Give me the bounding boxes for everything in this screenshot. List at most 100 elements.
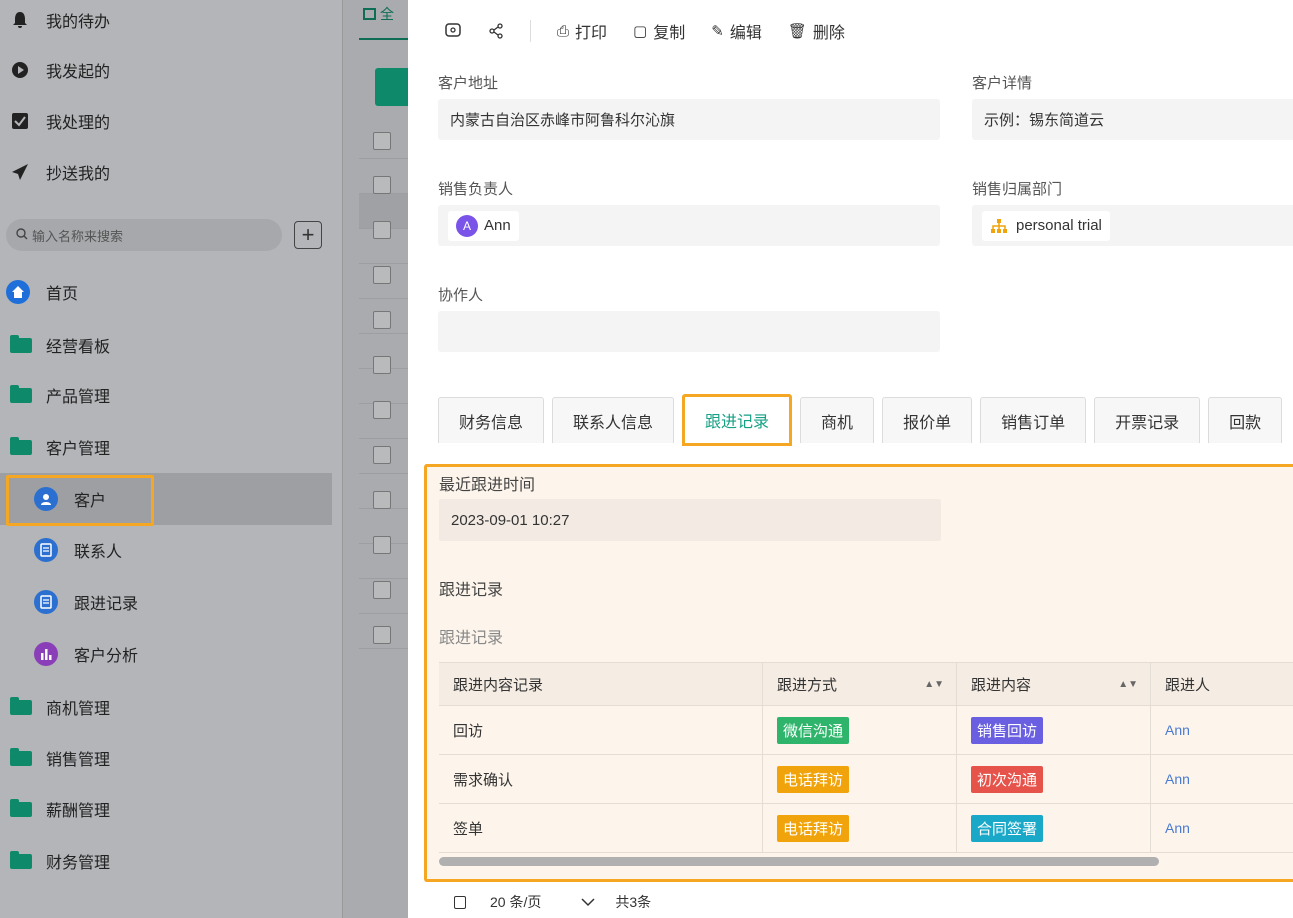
add-button[interactable]: +: [294, 221, 322, 249]
plus-icon: +: [301, 222, 315, 247]
person-link[interactable]: Ann: [1165, 820, 1190, 836]
last-followup-label: 最近跟进时间: [439, 477, 536, 494]
row-checkbox[interactable]: [373, 491, 391, 509]
sidebar-item-customer-mgmt[interactable]: 客户管理: [10, 427, 110, 467]
sidebar-item-handled[interactable]: 我处理的: [10, 101, 110, 141]
sidebar-item-salary[interactable]: 薪酬管理: [10, 789, 110, 829]
tab-contacts[interactable]: 联系人信息: [552, 397, 675, 443]
copy-button[interactable]: ▢ 复制: [633, 19, 685, 43]
folder-icon: [10, 696, 32, 715]
sidebar-item-sales[interactable]: 销售管理: [10, 738, 110, 778]
search-input[interactable]: 输入名称来搜索: [6, 219, 282, 251]
collab-label: 协作人: [438, 287, 484, 304]
table-icon: [363, 8, 376, 20]
toolbar: ⎙ 打印 ▢ 复制 ✎ 编辑 🗑 删除: [408, 0, 1293, 62]
bar-chart-icon: [34, 642, 58, 666]
sidebar-item-initiated[interactable]: 我发起的: [10, 50, 110, 90]
sidebar-item-contacts[interactable]: 联系人: [34, 530, 122, 570]
dept-field[interactable]: personal trial: [972, 205, 1293, 246]
topic-badge: 合同签署: [971, 814, 1044, 842]
topic-badge: 销售回访: [971, 716, 1044, 744]
tab-opportunity[interactable]: 商机: [800, 397, 875, 443]
share-button[interactable]: [488, 23, 504, 39]
last-followup-field[interactable]: 2023-09-01 10:27: [439, 499, 941, 541]
tab-invoice[interactable]: 开票记录: [1094, 397, 1201, 443]
followup-section: 最近跟进时间 2023-09-01 10:27 跟进记录 跟进记录 跟进内容记录…: [424, 464, 1293, 882]
row-checkbox[interactable]: [373, 446, 391, 464]
cell-method: 电话拜访: [763, 755, 957, 803]
sidebar-item-followup[interactable]: 跟进记录: [34, 582, 138, 622]
column-header[interactable]: 跟进人: [1151, 663, 1293, 705]
delete-button[interactable]: 🗑 删除: [788, 19, 845, 43]
cell-person: Ann: [1151, 804, 1293, 852]
owner-field[interactable]: A Ann: [438, 205, 940, 246]
tab-finance[interactable]: 财务信息: [438, 397, 545, 443]
copy-icon: ▢: [633, 23, 648, 40]
bell-icon: [10, 10, 30, 30]
pager-icon: [454, 895, 466, 909]
row-checkbox[interactable]: [373, 356, 391, 374]
table-row[interactable]: 需求确认 电话拜访 初次沟通 Ann: [439, 755, 1293, 804]
avatar: A: [456, 214, 478, 237]
print-button[interactable]: ⎙ 打印: [557, 19, 607, 43]
cell-person: Ann: [1151, 706, 1293, 754]
row-checkbox[interactable]: [373, 626, 391, 644]
sidebar-item-dashboard[interactable]: 经营看板: [10, 325, 110, 365]
tab-followup[interactable]: 跟进记录: [682, 394, 793, 446]
collab-field[interactable]: [438, 311, 940, 352]
row-checkbox[interactable]: [373, 266, 391, 284]
column-header[interactable]: 跟进内容 ▲▼: [957, 663, 1151, 705]
table-row[interactable]: 回访 微信沟通 销售回访 Ann: [439, 706, 1293, 755]
folder-icon: [10, 798, 32, 817]
folder-icon: [10, 747, 32, 766]
row-checkbox[interactable]: [373, 132, 391, 150]
page-size-select[interactable]: 20 条/页: [490, 892, 615, 912]
sort-icon[interactable]: ▲▼: [1118, 679, 1138, 690]
method-badge: 微信沟通: [777, 716, 850, 744]
comment-icon: [445, 23, 461, 37]
cell-topic: 初次沟通: [957, 755, 1151, 803]
sidebar-item-cc[interactable]: 抄送我的: [10, 152, 110, 192]
cell-method: 微信沟通: [763, 706, 957, 754]
row-checkbox[interactable]: [373, 401, 391, 419]
tab-payment[interactable]: 回款: [1208, 397, 1283, 443]
list-row[interactable]: [359, 369, 409, 404]
cell-content: 回访: [439, 706, 763, 754]
horizontal-scrollbar[interactable]: [439, 857, 1159, 866]
row-checkbox[interactable]: [373, 221, 391, 239]
play-circle-icon: [10, 60, 30, 80]
sidebar-item-home[interactable]: 首页: [6, 272, 78, 312]
sidebar-item-finance[interactable]: 财务管理: [10, 841, 110, 881]
tab-all[interactable]: 全: [363, 4, 394, 24]
check-square-icon: [10, 111, 30, 131]
column-header[interactable]: 跟进内容记录: [439, 663, 763, 705]
table-header: 跟进内容记录 跟进方式 ▲▼ 跟进内容 ▲▼ 跟进人: [439, 663, 1293, 706]
tab-underline: [359, 38, 409, 40]
owner-label: 销售负责人: [438, 181, 514, 198]
tab-bar: 财务信息 联系人信息 跟进记录 商机 报价单 销售订单 开票记录 回款: [438, 394, 1290, 447]
method-badge: 电话拜访: [777, 765, 850, 793]
edit-button[interactable]: ✎ 编辑: [711, 19, 762, 43]
address-label: 客户地址: [438, 75, 499, 92]
sidebar-item-todo[interactable]: 我的待办: [10, 0, 110, 40]
table-row[interactable]: 签单 电话拜访 合同签署 Ann: [439, 804, 1293, 853]
row-checkbox[interactable]: [373, 536, 391, 554]
sort-icon[interactable]: ▲▼: [924, 679, 944, 690]
comment-button[interactable]: [444, 22, 462, 40]
address-field[interactable]: 内蒙古自治区赤峰市阿鲁科尔沁旗: [438, 99, 940, 140]
row-checkbox[interactable]: [373, 581, 391, 599]
detail-field[interactable]: 示例：锡东简道云: [972, 99, 1293, 140]
row-checkbox[interactable]: [373, 176, 391, 194]
column-header[interactable]: 跟进方式 ▲▼: [763, 663, 957, 705]
row-checkbox[interactable]: [373, 311, 391, 329]
sidebar-item-analysis[interactable]: 客户分析: [34, 634, 138, 674]
tab-quote[interactable]: 报价单: [882, 397, 973, 443]
person-link[interactable]: Ann: [1165, 771, 1190, 787]
tab-sales-order[interactable]: 销售订单: [980, 397, 1087, 443]
total-count: 共3条: [615, 894, 652, 910]
document-icon: [34, 590, 58, 614]
document-icon: [34, 538, 58, 562]
sidebar-item-opportunities[interactable]: 商机管理: [10, 687, 110, 727]
sidebar-item-products[interactable]: 产品管理: [10, 375, 110, 415]
person-link[interactable]: Ann: [1165, 722, 1190, 738]
